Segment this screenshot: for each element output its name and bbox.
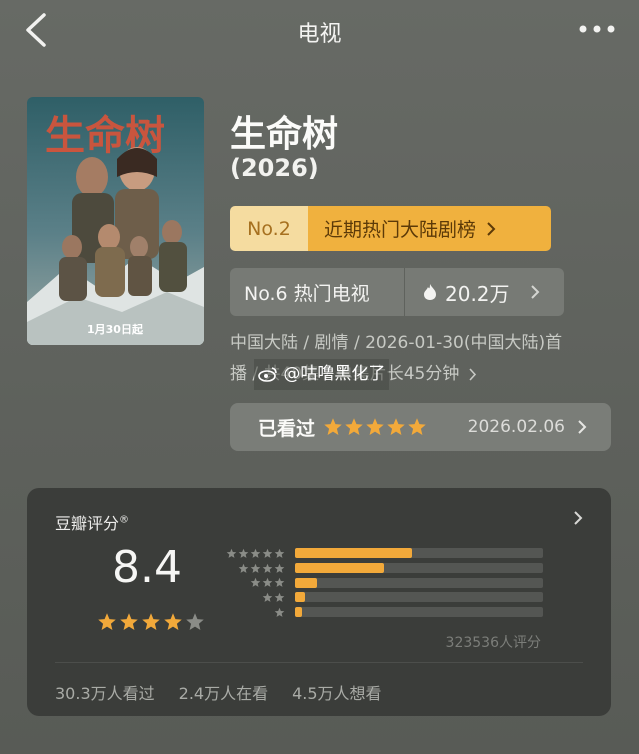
poster-date-text: 1月30日起 [87,322,144,336]
registered-mark: ® [119,514,130,526]
more-dots-icon[interactable] [575,20,619,38]
ranking-number: No.2 [230,206,308,251]
star-icon [274,592,285,602]
distribution-bar-fill [295,577,318,588]
star-icon [262,563,273,573]
top-bar: 电视 [0,0,639,60]
star-icon [387,418,405,435]
flame-icon [424,284,436,300]
poster-art: 生命树 1月30日起 [27,97,204,345]
stat-want[interactable]: 4.5万人想看 [292,680,381,704]
star-icon [274,548,285,558]
distribution-row [223,546,543,561]
star-icon [274,563,285,573]
stat-watched[interactable]: 30.3万人看过 [55,680,155,704]
page-title: 电视 [297,22,342,47]
rating-card-title: 豆瓣评分® [55,510,129,534]
user-rating-stars [323,417,427,437]
watermark: @咕噜黑化了 [254,359,390,390]
distribution-stars [223,563,285,574]
stat-watching[interactable]: 2.4万人在看 [179,680,268,704]
star-icon [238,548,249,558]
star-icon [274,607,285,617]
tv-rank-label: No.6 热门电视 [244,282,370,305]
distribution-bar [295,577,543,588]
rating-title-text: 豆瓣评分 [55,514,120,533]
chevron-right-icon[interactable] [573,510,583,526]
distribution-bar [295,592,543,603]
show-meta[interactable]: 中国大陆 / 剧情 / 2026-01-30(中国大陆)首 播 / 共40集 /… [230,328,620,390]
meta-line-2-row: 播 / 共40集 / 单集片长45分钟 @咕噜黑化了 [230,359,620,390]
distribution-bar [295,607,543,618]
chevron-right-icon [578,420,587,434]
distribution-row [223,590,543,605]
weibo-icon [258,367,277,382]
distribution-stars [223,548,285,559]
star-icon [98,613,116,630]
star-icon [345,418,363,435]
poster-image[interactable]: 生命树 1月30日起 [27,97,204,345]
star-icon [408,418,426,435]
ranking-board: 近期热门大陆剧榜 [308,206,551,251]
chevron-right-icon [530,285,539,299]
rating-stars [97,612,205,632]
divider [55,662,583,663]
rating-count: 323536人评分 [445,635,541,651]
distribution-bar-fill [295,563,385,574]
heat-text: 20.2万 [445,281,510,306]
star-icon [262,577,273,588]
distribution-bar-fill [295,607,303,618]
star-icon [250,577,261,588]
watermark-text: @咕噜黑化了 [283,364,386,384]
show-year: (2026) [230,154,319,182]
star-icon [120,613,138,630]
distribution-stars [223,607,285,618]
ranking-badge[interactable]: No.2 近期热门大陆剧榜 [230,206,551,251]
tv-rank-bar[interactable]: No.6 热门电视 20.2万 [230,268,564,316]
star-icon [186,613,204,630]
ranking-board-label: 近期热门大陆剧榜 [324,219,477,241]
watched-date: 2026.02.06 [467,417,565,437]
star-icon [366,418,384,435]
star-icon [250,548,261,558]
distribution-row [223,605,543,620]
star-icon [226,548,237,558]
star-icon [142,613,160,630]
distribution-row [223,561,543,576]
show-title: 生命树 [230,114,339,155]
rating-distribution [223,546,543,619]
star-icon [250,563,261,573]
watched-status-bar[interactable]: 已看过 2026.02.06 [230,403,611,451]
heat-value: 20.2万 [405,278,510,307]
star-icon [262,592,273,602]
distribution-bar [295,563,543,574]
distribution-bar [295,548,543,559]
star-icon [324,418,342,435]
chevron-right-icon [469,367,476,381]
distribution-bar-fill [295,592,305,603]
distribution-stars [223,592,285,603]
distribution-bar-fill [295,548,412,559]
chevron-right-icon [487,221,496,236]
distribution-stars [223,577,285,588]
distribution-row [223,575,543,590]
watched-label: 已看过 [258,417,316,440]
star-icon [238,563,249,573]
meta-line-1: 中国大陆 / 剧情 / 2026-01-30(中国大陆)首 [230,333,563,353]
audience-stats: 30.3万人看过 2.4万人在看 4.5万人想看 [55,680,382,704]
douban-rating-card[interactable]: 豆瓣评分® 8.4 323536人评分 30.3万人看过 2.4万人在看 4.5… [27,488,611,716]
star-icon [274,577,285,588]
star-icon [262,548,273,558]
star-icon [164,613,182,630]
rating-score: 8.4 [112,542,182,593]
